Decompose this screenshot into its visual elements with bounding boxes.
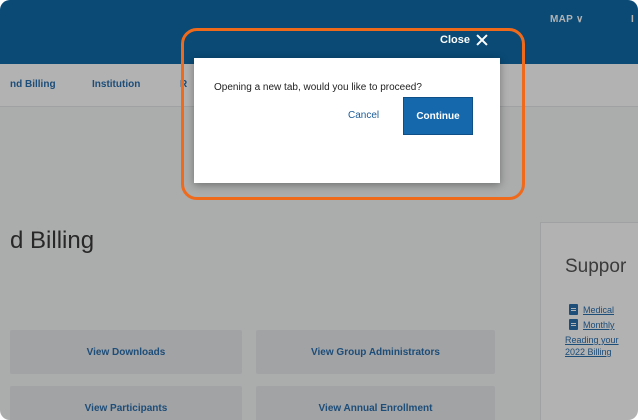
app-screen: MAP ∨ I nd Billing Institution R d Billi… — [0, 0, 638, 420]
highlight-outline — [181, 28, 525, 200]
